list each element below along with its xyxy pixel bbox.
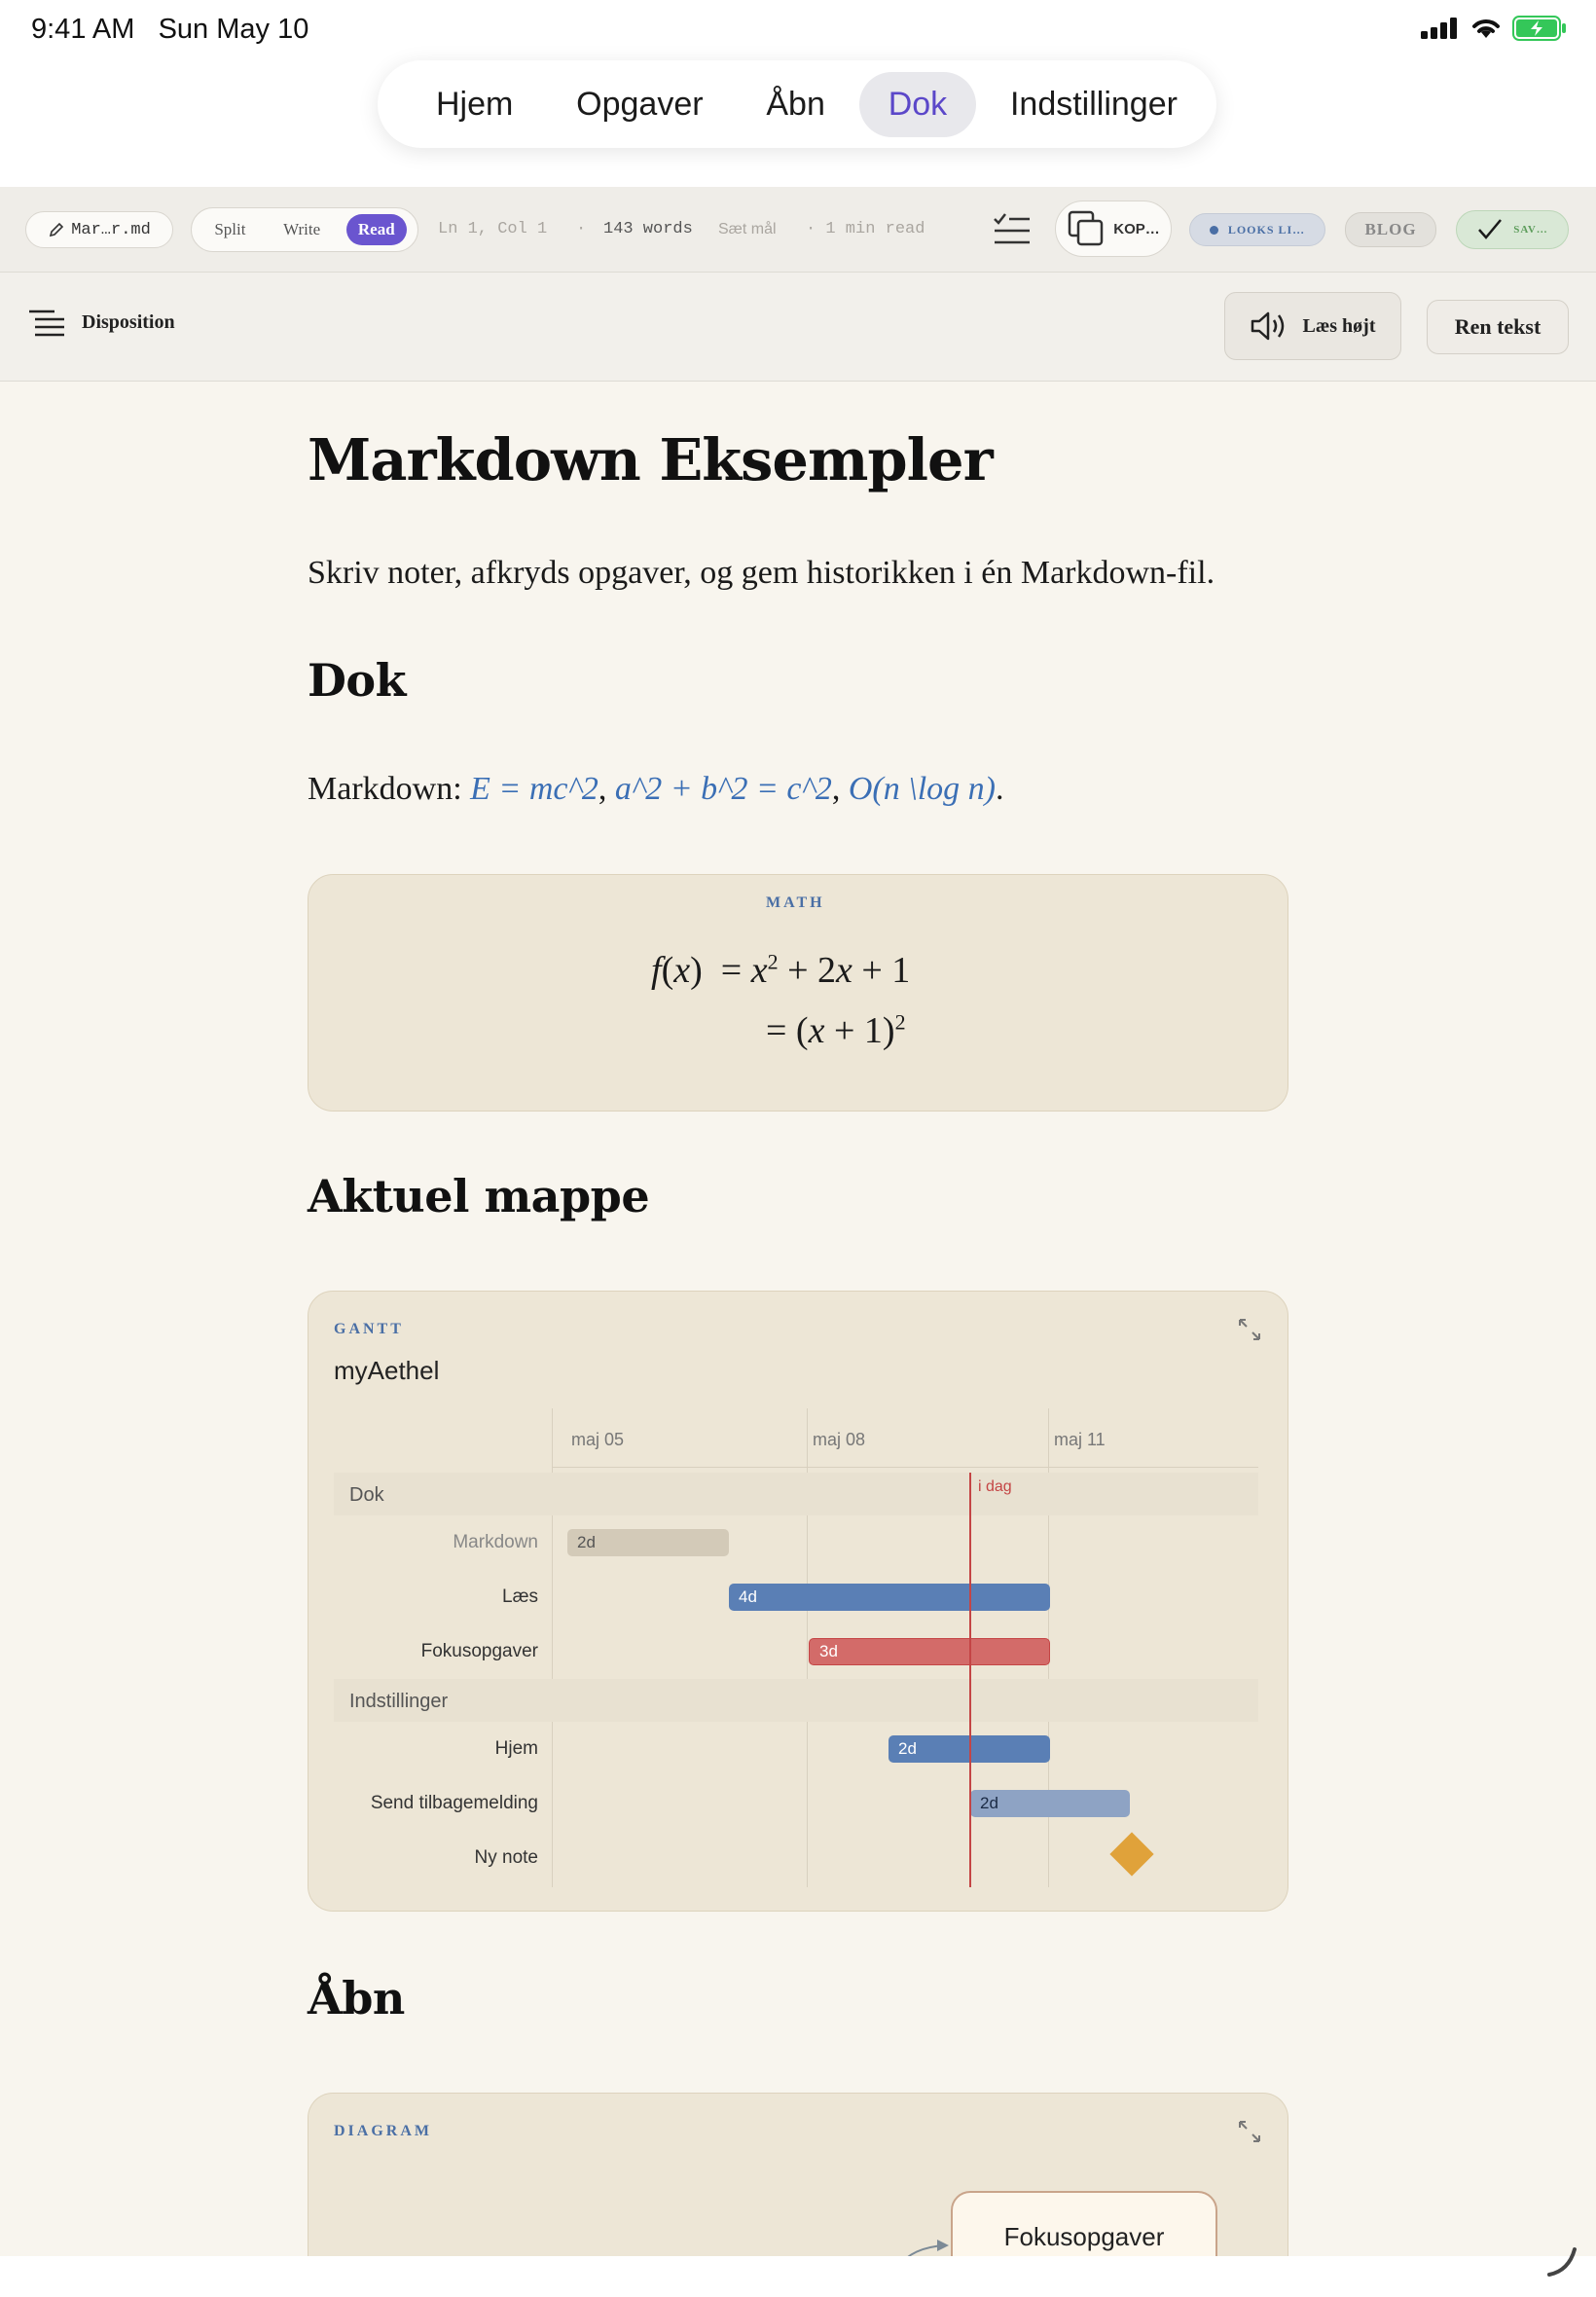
- reader-bar: Disposition Læs højt Ren tekst: [0, 273, 1596, 382]
- math-equation-line-1: f(x) = x2 + 2x + 1: [651, 949, 911, 991]
- heading-dok: Dok: [308, 654, 406, 707]
- read-aloud-label: Læs højt: [1302, 314, 1376, 337]
- gantt-task-label: Fokusopgaver: [420, 1641, 538, 1661]
- gantt-bar-markdown[interactable]: 2d: [567, 1529, 729, 1556]
- gantt-axis-tick: maj 05: [571, 1430, 625, 1449]
- gantt-section-indstillinger: Indstillinger: [349, 1691, 449, 1712]
- set-goal-button[interactable]: Sæt mål: [718, 221, 777, 238]
- outline-button[interactable]: Disposition: [27, 308, 175, 337]
- expand-button[interactable]: [1237, 1317, 1262, 1347]
- gantt-today-label: i dag: [978, 1478, 1012, 1495]
- gantt-title: myAethel: [334, 1356, 440, 1385]
- gantt-milestone-ny-note[interactable]: [1109, 1832, 1154, 1877]
- checklist-button[interactable]: [991, 208, 1034, 251]
- status-time: 9:41 AM Sun May 10: [31, 14, 309, 45]
- gantt-bar-send-tilbagemelding[interactable]: 2d: [970, 1790, 1130, 1817]
- file-name-button[interactable]: Mar…r.md: [25, 211, 173, 248]
- meta-separator: ·: [576, 220, 587, 238]
- checklist-icon: [994, 213, 1030, 244]
- gantt-card-label: GANTT: [334, 1321, 404, 1337]
- outline-label: Disposition: [82, 310, 175, 333]
- diagram-card-label: DIAGRAM: [334, 2123, 432, 2139]
- math-block: MATH f(x) = x2 + 2x + 1 = (x + 1)2: [308, 874, 1288, 1112]
- gantt-bar-laes[interactable]: 4d: [729, 1584, 1050, 1611]
- saved-label: SAV…: [1513, 224, 1548, 236]
- cursor-position: Ln 1, Col 1: [438, 220, 548, 238]
- gantt-section-row: [334, 1679, 1258, 1722]
- inline-math-2: a^2 + b^2 = c^2: [614, 771, 832, 807]
- bottom-bar: [0, 2256, 1596, 2297]
- doc-title: Markdown Eksempler: [308, 426, 994, 493]
- looks-like-label: LOOKS LI…: [1227, 222, 1306, 237]
- heading-aktuel-mappe: Aktuel mappe: [308, 1170, 650, 1222]
- status-dot-icon: [1209, 225, 1218, 235]
- gantt-task-label: Hjem: [494, 1738, 538, 1759]
- scroll-curve-icon: [1547, 2247, 1577, 2277]
- diagram-expand-button[interactable]: [1237, 2119, 1262, 2149]
- plain-text-button[interactable]: Ren tekst: [1427, 300, 1569, 354]
- inline-math-1: E = mc^2: [470, 771, 598, 807]
- mode-write[interactable]: Write: [272, 214, 332, 245]
- tab-dok[interactable]: Dok: [858, 71, 977, 137]
- tab-abn[interactable]: Åbn: [737, 72, 854, 137]
- heading-abn: Åbn: [308, 1972, 405, 2024]
- read-time: · 1 min read: [806, 220, 925, 238]
- battery-charging-icon: [1512, 16, 1566, 41]
- blog-label: BLOG: [1364, 220, 1417, 238]
- word-count: 143 words: [603, 220, 693, 238]
- view-mode-switch: Split Write Read: [191, 207, 418, 252]
- status-bar: 9:41 AM Sun May 10: [0, 0, 1596, 62]
- gantt-bar-fokusopgaver[interactable]: 3d: [809, 1638, 1050, 1665]
- math-card-label: MATH: [766, 894, 825, 911]
- inline-math-paragraph: Markdown: E = mc^2, a^2 + b^2 = c^2, O(n…: [308, 771, 1004, 807]
- doc-intro: Skriv noter, afkryds opgaver, og gem his…: [308, 555, 1215, 591]
- gantt-axis-tick: maj 08: [813, 1430, 866, 1449]
- gantt-axis-line: [552, 1467, 1258, 1468]
- editor-toolbar: Mar…r.md Split Write Read Ln 1, Col 1 · …: [0, 187, 1596, 273]
- gantt-axis-tick: maj 11: [1054, 1430, 1106, 1449]
- copy-label: KOP…: [1113, 220, 1160, 237]
- tab-hjem[interactable]: Hjem: [407, 72, 542, 137]
- gantt-task-label: Ny note: [474, 1847, 538, 1868]
- gantt-today-marker: [969, 1473, 971, 1887]
- gantt-task-label: Læs: [502, 1586, 538, 1607]
- blog-chip[interactable]: BLOG: [1345, 212, 1436, 247]
- outline-list-icon: [29, 310, 64, 337]
- checkmark-icon: [1478, 219, 1503, 239]
- expand-icon: [1239, 2121, 1260, 2142]
- wifi-icon: [1472, 19, 1500, 38]
- tab-opgaver[interactable]: Opgaver: [547, 72, 732, 137]
- cellular-signal-icon: [1421, 18, 1457, 39]
- read-aloud-button[interactable]: Læs højt: [1224, 292, 1401, 360]
- gantt-block: GANTT myAethel maj 05 maj 08 maj 11 Dok …: [308, 1291, 1288, 1912]
- mode-split[interactable]: Split: [202, 214, 257, 245]
- status-icons: [1421, 16, 1567, 41]
- inline-math-3: O(n \log n): [848, 771, 996, 807]
- copy-button[interactable]: KOP…: [1055, 201, 1172, 257]
- main-tab-bar: Hjem Opgaver Åbn Dok Indstillinger: [378, 60, 1216, 148]
- scroll-indicator: [1545, 2245, 1578, 2283]
- looks-like-chip[interactable]: LOOKS LI…: [1189, 213, 1325, 246]
- mode-read[interactable]: Read: [345, 214, 407, 245]
- gantt-task-label: Send tilbagemelding: [370, 1793, 538, 1813]
- gantt-task-label: Markdown: [453, 1532, 538, 1552]
- saved-chip[interactable]: SAV…: [1456, 210, 1569, 249]
- speaker-icon: [1251, 311, 1285, 341]
- math-equation-line-2: = (x + 1)2: [766, 1009, 906, 1051]
- pencil-icon: [50, 222, 64, 237]
- file-name: Mar…r.md: [71, 220, 151, 239]
- gantt-section-dok: Dok: [349, 1484, 384, 1506]
- gantt-section-row: [334, 1473, 1258, 1515]
- expand-icon: [1239, 1319, 1260, 1340]
- tab-indstillinger[interactable]: Indstillinger: [981, 72, 1207, 137]
- math-prefix: Markdown:: [308, 771, 471, 807]
- copy-icon: [1068, 210, 1104, 246]
